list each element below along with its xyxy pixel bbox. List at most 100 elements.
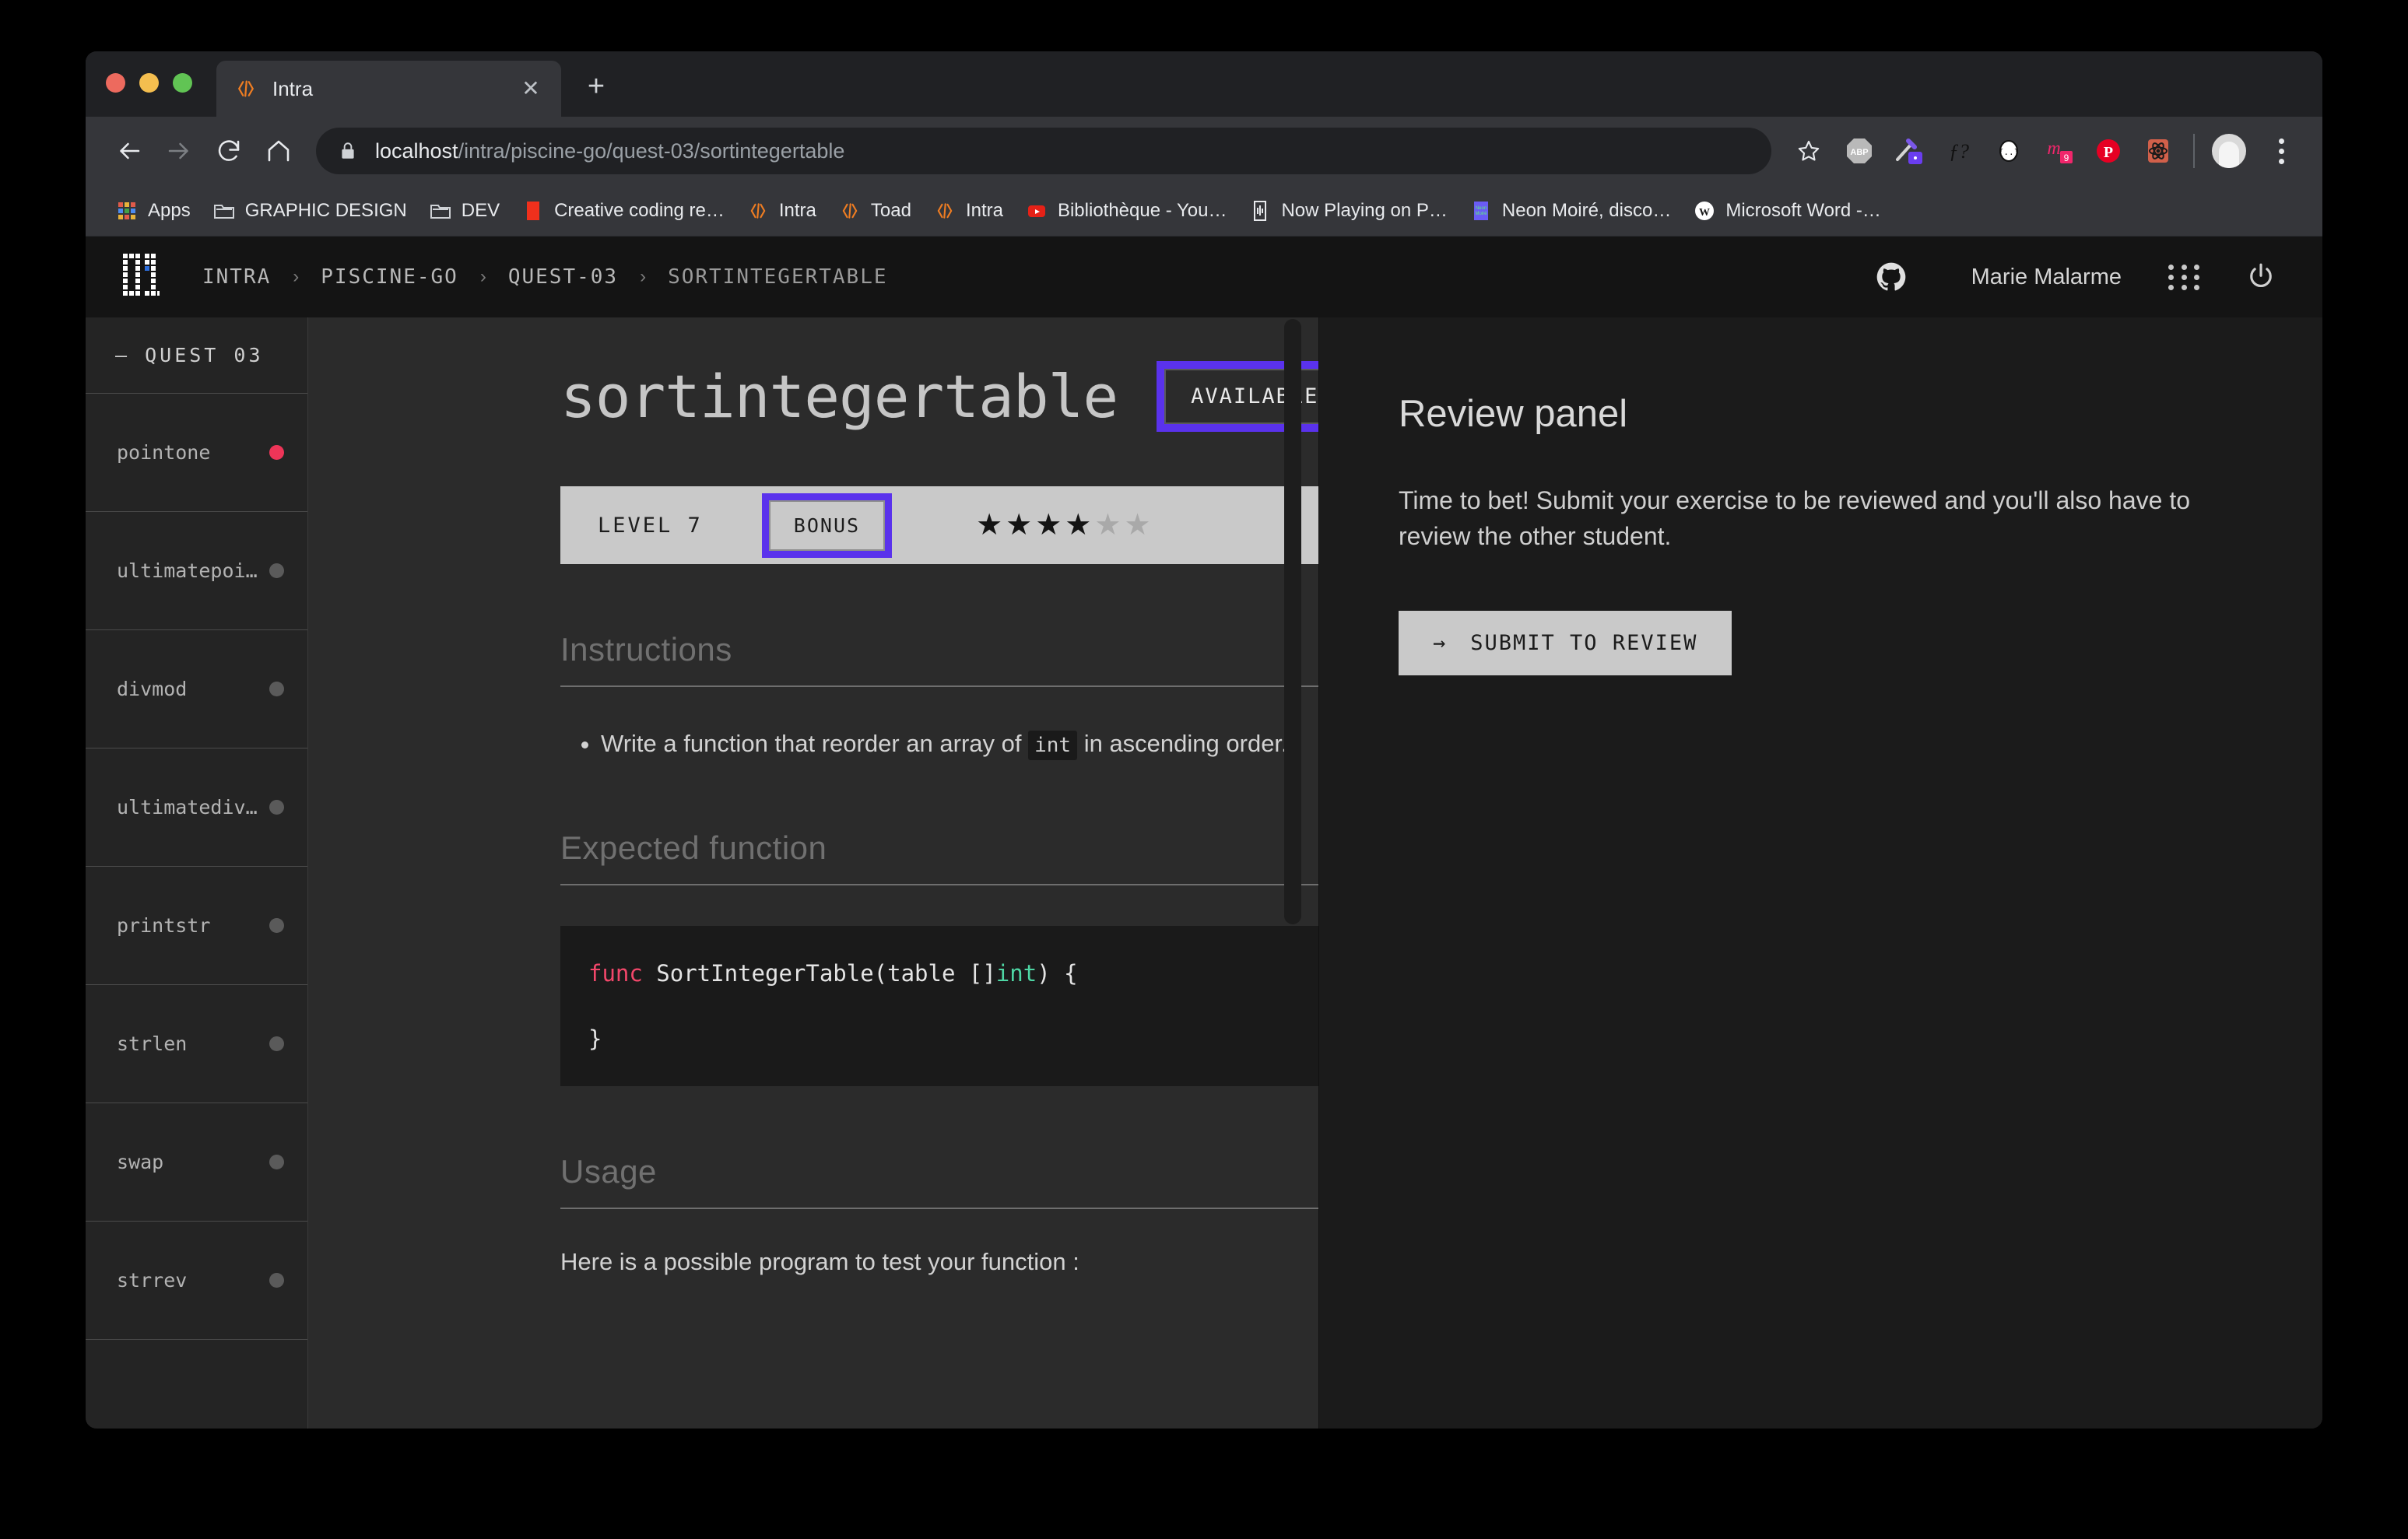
- pinterest-icon[interactable]: P: [2087, 129, 2129, 173]
- bonus-badge[interactable]: BONUS: [768, 500, 886, 551]
- sidebar-item-strlen[interactable]: strlen: [86, 985, 307, 1103]
- level-label: LEVEL 7: [598, 513, 703, 538]
- sidebar-item-divmod[interactable]: divmod: [86, 630, 307, 748]
- maximize-window-button[interactable]: [173, 73, 192, 93]
- browser-toolbar: localhost/intra/piscine-go/quest-03/sort…: [86, 117, 2322, 185]
- svg-text:Moiré: Moiré: [1475, 212, 1487, 216]
- star-icon[interactable]: [1787, 129, 1831, 173]
- power-icon[interactable]: [2243, 259, 2279, 295]
- section-heading: Usage: [560, 1153, 1318, 1209]
- avatar[interactable]: [2212, 134, 2246, 168]
- status-dot-icon: [269, 682, 284, 696]
- sidebar-item-strrev[interactable]: strrev: [86, 1222, 307, 1340]
- neon-moire-icon: Neon Moiré: [1469, 199, 1493, 223]
- bookmark-toad[interactable]: Toad: [827, 191, 922, 230]
- home-icon[interactable]: [255, 128, 302, 174]
- sidebar-quest-header[interactable]: — QUEST 03: [86, 317, 307, 394]
- breadcrumb-item-piscine-go[interactable]: PISCINE-GO: [321, 265, 458, 289]
- breadcrumb-item-intra[interactable]: INTRA: [202, 265, 271, 289]
- instruction-text-post: in ascending order.: [1083, 730, 1288, 757]
- page-title: sortintegertable: [560, 362, 1118, 431]
- json-viewer-icon[interactable]: {..}: [1988, 129, 2030, 173]
- close-window-button[interactable]: [106, 73, 125, 93]
- toolbar-divider: [2193, 134, 2195, 168]
- section-heading: Expected function: [560, 829, 1318, 885]
- font-inspect-icon[interactable]: ƒ?: [1938, 129, 1980, 173]
- red-square-icon: [521, 199, 545, 223]
- breadcrumb-item-quest-03[interactable]: QUEST-03: [508, 265, 618, 289]
- exercise-main: sortintegertable AVAILABLE LEVEL 7 BONUS: [308, 317, 1318, 1429]
- submit-to-review-button[interactable]: → SUBMIT TO REVIEW: [1399, 610, 1732, 675]
- status-dot-icon: [269, 1036, 284, 1051]
- sidebar-item-label: pointone: [117, 441, 211, 464]
- url-path: /intra/piscine-go/quest-03/sortintegerta…: [458, 138, 845, 163]
- url-host: localhost: [375, 138, 458, 163]
- reload-icon[interactable]: [205, 128, 252, 174]
- status-dot-icon: [269, 445, 284, 460]
- lock-icon: [338, 141, 358, 161]
- react-devtools-icon[interactable]: [2137, 129, 2179, 173]
- arrow-left-icon[interactable]: [106, 128, 153, 174]
- arrow-right-icon[interactable]: [156, 128, 202, 174]
- instructions-section: Instructions Write a function that reord…: [560, 631, 1318, 762]
- bookmark-intra-2[interactable]: Intra: [922, 191, 1014, 230]
- app-page: INTRA › PISCINE-GO › QUEST-03 › SORTINTE…: [86, 237, 2322, 1429]
- browser-tab[interactable]: Intra ✕: [216, 61, 561, 117]
- instructions-list: Write a function that reorder an array o…: [560, 726, 1318, 762]
- bookmark-neon-moire[interactable]: Neon Moiré Neon Moiré, disco…: [1458, 191, 1682, 230]
- mailtrack-icon[interactable]: m9: [2038, 129, 2080, 173]
- code-type: int: [995, 959, 1037, 987]
- breadcrumb-item-sortintegertable[interactable]: SORTINTEGERTABLE: [668, 265, 887, 289]
- pixel-01-logo[interactable]: [121, 252, 160, 302]
- bookmark-now-playing[interactable]: Now Playing on P…: [1237, 191, 1458, 230]
- svg-text:ABP: ABP: [1850, 148, 1868, 157]
- username-label[interactable]: Marie Malarme: [1971, 265, 2122, 290]
- code-brackets-icon: [746, 199, 770, 223]
- address-bar[interactable]: localhost/intra/piscine-go/quest-03/sort…: [316, 128, 1771, 174]
- sidebar-item-printstr[interactable]: printstr: [86, 867, 307, 985]
- review-panel-description: Time to bet! Submit your exercise to be …: [1399, 486, 2190, 551]
- sidebar-item-swap[interactable]: swap: [86, 1103, 307, 1222]
- browser-window: Intra ✕ + localhost/intra/piscine-go/que…: [86, 51, 2322, 1429]
- bookmark-graphic-design[interactable]: GRAPHIC DESIGN: [202, 191, 418, 230]
- tab-title: Intra: [272, 76, 314, 100]
- minimize-window-button[interactable]: [139, 73, 159, 93]
- scrollbar-thumb[interactable]: [1284, 319, 1301, 924]
- bookmark-intra-1[interactable]: Intra: [735, 191, 827, 230]
- sidebar-item-label: strrev: [117, 1269, 188, 1292]
- bonus-highlight: BONUS: [761, 493, 893, 558]
- status-dot-icon: [269, 1273, 284, 1288]
- star-icon: ★: [1006, 509, 1033, 542]
- bookmark-apps[interactable]: Apps: [104, 191, 202, 230]
- new-tab-button[interactable]: +: [578, 68, 614, 104]
- bookmark-label: Now Playing on P…: [1281, 199, 1448, 221]
- eyedropper-icon[interactable]: [1888, 129, 1930, 173]
- instruction-text-pre: Write a function that reorder an array o…: [601, 730, 1022, 757]
- close-icon[interactable]: ✕: [518, 75, 544, 102]
- sidebar-item-ultimatedivmod[interactable]: ultimatediv…: [86, 748, 307, 867]
- folder-icon: [429, 199, 452, 223]
- youtube-icon: [1025, 199, 1048, 223]
- sidebar-item-label: strlen: [117, 1032, 188, 1055]
- bookmark-youtube[interactable]: Bibliothèque - You…: [1014, 191, 1238, 230]
- bookmark-microsoft-word[interactable]: W Microsoft Word -…: [1682, 191, 1892, 230]
- difficulty-stars[interactable]: ★ ★ ★ ★ ★ ★: [976, 510, 1150, 540]
- adblock-plus-icon[interactable]: ABP: [1838, 129, 1880, 173]
- sidebar-item-pointone[interactable]: pointone: [86, 394, 307, 512]
- sidebar-item-label: divmod: [117, 678, 188, 700]
- code-block: func SortIntegerTable(table []int) { }: [560, 925, 1318, 1086]
- sidebar-item-ultimatepointone[interactable]: ultimatepoi…: [86, 512, 307, 630]
- svg-text:ƒ?: ƒ?: [1949, 140, 1969, 163]
- bookmark-creative-coding[interactable]: Creative coding re…: [511, 191, 735, 230]
- svg-text:P: P: [2104, 144, 2113, 161]
- review-panel: Review panel Time to bet! Submit your ex…: [1318, 317, 2322, 1429]
- github-icon[interactable]: [1873, 259, 1909, 295]
- header-actions: Marie Malarme: [1873, 259, 2279, 295]
- sidebar-item-label: ultimatepoi…: [117, 559, 258, 582]
- list-item: Write a function that reorder an array o…: [601, 726, 1318, 762]
- bookmark-dev[interactable]: DEV: [418, 191, 511, 230]
- apps-grid-icon[interactable]: [2168, 260, 2203, 294]
- scrollbar[interactable]: [1284, 317, 1301, 1429]
- bookmark-label: Microsoft Word -…: [1725, 199, 1881, 221]
- kebab-menu-icon[interactable]: [2260, 129, 2302, 173]
